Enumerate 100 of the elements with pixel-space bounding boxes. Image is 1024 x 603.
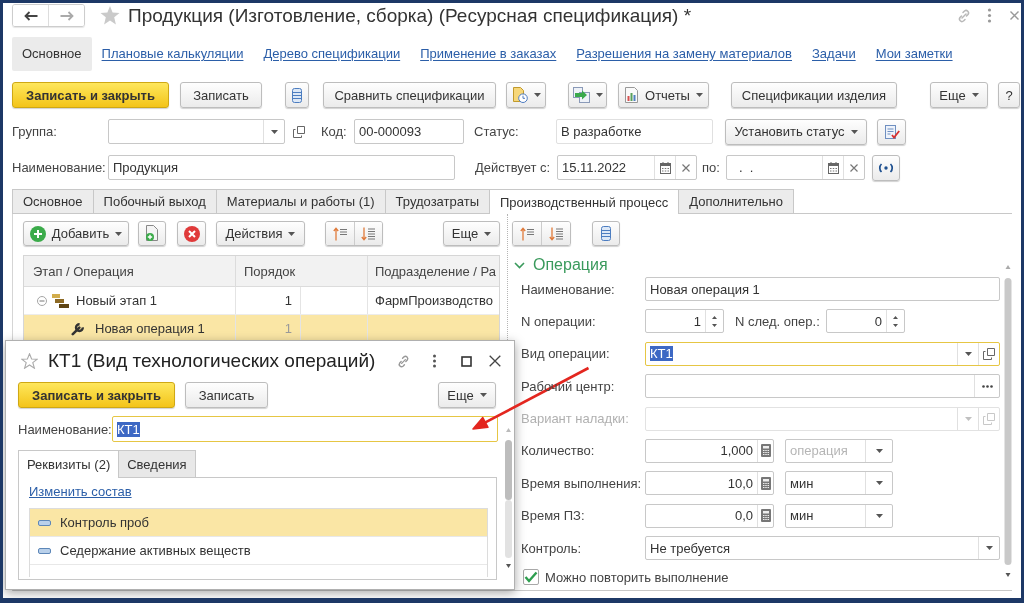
save-button[interactable]: Записать	[180, 82, 262, 108]
more-button[interactable]: Еще	[438, 382, 496, 408]
star-outline-icon[interactable]	[21, 353, 38, 369]
number-field[interactable]: 1,000	[645, 438, 774, 463]
list-button[interactable]	[285, 82, 309, 108]
star-icon[interactable]	[100, 6, 120, 25]
compare-button[interactable]: Сравнить спецификации	[323, 82, 496, 108]
unit-input[interactable]: операция	[786, 439, 865, 462]
selection-field[interactable]	[645, 374, 1000, 399]
tab[interactable]: Побочный выход	[92, 189, 217, 213]
section-link[interactable]: Задачи	[802, 37, 866, 71]
unit-dropdown[interactable]: мин	[785, 503, 893, 528]
tab[interactable]: Реквизиты (2)	[18, 450, 120, 478]
section-link[interactable]: Мои заметки	[865, 37, 963, 71]
tab[interactable]: Основное	[12, 189, 94, 213]
tab[interactable]: Дополнительно	[678, 189, 794, 213]
section-link[interactable]: Плановые калькуляции	[91, 37, 254, 71]
add-copy-button[interactable]	[138, 221, 166, 246]
calculator-icon[interactable]	[760, 476, 771, 490]
date-field[interactable]: 15.11.2022	[557, 155, 697, 180]
list-button[interactable]	[592, 221, 620, 246]
clear-icon[interactable]	[682, 163, 690, 172]
status-history-button[interactable]	[877, 118, 906, 145]
calculator-icon[interactable]	[760, 509, 771, 523]
dropdown-field[interactable]: Не требуется	[645, 536, 1000, 561]
input-field[interactable]: В разработке	[556, 119, 713, 144]
unit-dropdown[interactable]: мин	[785, 471, 893, 496]
list-row[interactable]: Седержание активных веществ	[30, 537, 487, 565]
more-button[interactable]: Еще	[930, 82, 988, 108]
reports-button[interactable]: Отчеты	[618, 82, 709, 108]
caret-icon[interactable]	[270, 129, 278, 134]
tab[interactable]: Сведения	[118, 450, 196, 478]
ellipsis-icon[interactable]	[981, 384, 993, 388]
product-specifications-button[interactable]: Спецификации изделия	[731, 82, 897, 108]
section-tab[interactable]: Основное	[12, 37, 92, 71]
tab[interactable]: Материалы и работы (1)	[215, 189, 386, 213]
chevron-down-icon[interactable]	[514, 261, 525, 269]
input-field[interactable]: Новая операция 1	[645, 277, 1000, 301]
input-field[interactable]: 00-000093	[354, 119, 464, 144]
number-field[interactable]: 10,0	[645, 471, 774, 496]
save-button[interactable]: Записать	[185, 382, 268, 408]
calendar-icon[interactable]	[659, 161, 671, 174]
spin-field[interactable]: 0	[826, 309, 905, 334]
help-button[interactable]: ?	[998, 82, 1020, 108]
caret-icon[interactable]	[875, 481, 883, 486]
kebab-menu-icon[interactable]	[432, 354, 437, 368]
caret-icon[interactable]	[985, 546, 993, 551]
tab[interactable]: Производственный процесс	[489, 189, 680, 214]
table-row[interactable]: Новая операция 1 1	[24, 315, 499, 343]
back-button[interactable]	[13, 5, 48, 26]
section-link[interactable]: Разрешения на замену материалов	[566, 37, 802, 71]
list-row[interactable]: Контроль проб	[30, 509, 487, 537]
period-button[interactable]	[872, 154, 900, 181]
spinner-arrows-icon[interactable]	[893, 315, 898, 327]
close-icon[interactable]	[489, 355, 501, 367]
section-link[interactable]: Дерево спецификации	[253, 37, 411, 71]
checkbox[interactable]	[523, 569, 539, 585]
input-field[interactable]: КТ1	[112, 416, 498, 442]
save-and-close-button[interactable]: Записать и закрыть	[12, 82, 169, 108]
collapse-icon[interactable]	[37, 295, 47, 306]
move-up-button[interactable]	[326, 222, 354, 245]
move-down-button[interactable]	[541, 222, 570, 245]
column-header[interactable]: Порядок	[236, 256, 368, 286]
dropdown-field[interactable]: КТ1	[645, 341, 1000, 366]
delete-button[interactable]	[177, 221, 206, 246]
add-button[interactable]: Добавить	[23, 221, 129, 246]
checkbox-label[interactable]: Можно повторить выполнение	[545, 569, 729, 585]
transfer-button[interactable]	[568, 82, 607, 108]
input-field[interactable]: Продукция	[108, 155, 455, 180]
number-field[interactable]: 0,0	[645, 503, 774, 528]
open-icon[interactable]	[293, 125, 305, 138]
group-title[interactable]: Операция	[533, 256, 608, 274]
move-up-button[interactable]	[513, 222, 541, 245]
maximize-icon[interactable]	[461, 355, 472, 367]
link-icon[interactable]	[396, 353, 411, 369]
spinner-arrows-icon[interactable]	[712, 315, 717, 327]
calendar-icon[interactable]	[827, 161, 839, 174]
caret-icon[interactable]	[875, 513, 883, 518]
column-header[interactable]: Подразделение / Ра	[368, 256, 499, 286]
field-label: Вариант наладки:	[521, 411, 630, 427]
section-link[interactable]: Применение в заказах	[410, 37, 567, 71]
date-field[interactable]: . .	[726, 155, 865, 180]
caret-icon[interactable]	[875, 448, 883, 453]
save-and-close-button[interactable]: Записать и закрыть	[18, 382, 175, 408]
schedule-button[interactable]	[506, 82, 546, 108]
caret-icon[interactable]	[964, 351, 972, 356]
actions-button[interactable]: Действия	[216, 221, 305, 246]
scrollbar[interactable]	[505, 427, 512, 570]
set-status-button[interactable]: Установить статус	[725, 118, 867, 145]
open-icon[interactable]	[983, 347, 995, 360]
tab[interactable]: Трудозатраты	[384, 189, 490, 213]
more-button[interactable]: Еще	[443, 221, 500, 246]
spin-field[interactable]: 1	[645, 309, 724, 334]
unit-dropdown[interactable]: операция	[785, 438, 893, 463]
link[interactable]: Изменить состав	[29, 484, 132, 500]
move-down-button[interactable]	[353, 222, 382, 245]
clear-icon[interactable]	[850, 163, 858, 172]
column-header[interactable]: Этап / Операция	[24, 256, 236, 286]
calculator-icon[interactable]	[760, 444, 771, 458]
dropdown-field[interactable]	[108, 119, 285, 144]
